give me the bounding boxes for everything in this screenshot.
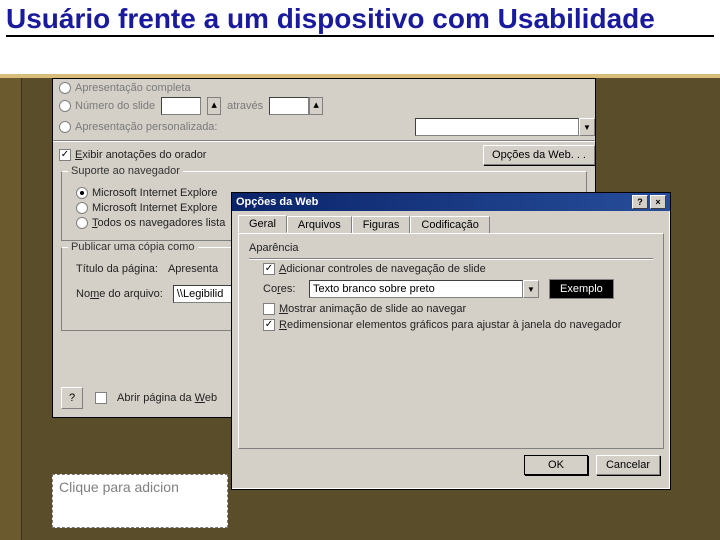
radio-browser-ie1[interactable]: [76, 187, 88, 199]
help-icon[interactable]: ?: [632, 195, 648, 209]
slide-to-input[interactable]: [269, 97, 309, 115]
tab-general[interactable]: Geral: [238, 215, 287, 233]
radio-complete-presentation[interactable]: [59, 82, 71, 94]
close-icon[interactable]: ×: [650, 195, 666, 209]
chevron-down-icon[interactable]: ▼: [579, 118, 595, 136]
slide-from-spinner[interactable]: ▴: [207, 97, 221, 115]
file-name-label: Nome do arquivo:: [76, 288, 163, 300]
tabstrip: Geral Arquivos Figuras Codificação: [232, 211, 670, 233]
slide-from-input[interactable]: [161, 97, 201, 115]
custom-presentation-combo[interactable]: [415, 118, 579, 136]
tab-figures[interactable]: Figuras: [352, 216, 411, 234]
slide-title: Usuário frente a um dispositivo com Usab…: [6, 4, 714, 33]
chevron-down-icon[interactable]: ▼: [523, 280, 539, 298]
section-appearance: Aparência: [249, 242, 653, 254]
radio-slide-number-label: Número do slide: [75, 100, 155, 112]
tab-files[interactable]: Arquivos: [287, 216, 352, 234]
chk-show-anim[interactable]: [263, 303, 275, 315]
colors-combo[interactable]: Texto branco sobre preto: [309, 280, 523, 298]
chk-show-anim-label: Mostrar animação de slide ao navegar: [279, 303, 466, 315]
radio-browser-ie2-label: Microsoft Internet Explore: [92, 202, 217, 214]
radio-slide-number[interactable]: [59, 100, 71, 112]
chk-open-in-browser-label: Abrir página da Web: [117, 392, 217, 404]
cancel-button[interactable]: Cancelar: [596, 455, 660, 475]
group-browser-legend: Suporte ao navegador: [68, 165, 183, 177]
title-underline: [6, 35, 714, 37]
web-options-title: Opções da Web: [236, 196, 318, 208]
tab-encoding[interactable]: Codificação: [410, 216, 489, 234]
chk-speaker-notes-label: Exibir anotações do orador: [75, 149, 206, 161]
chk-open-in-browser[interactable]: [95, 392, 107, 404]
chk-add-nav-controls[interactable]: [263, 263, 275, 275]
radio-browser-all-label: Todos os navegadores lista: [92, 217, 225, 229]
ok-button[interactable]: OK: [524, 455, 588, 475]
tab-general-body: Aparência Adicionar controles de navegaç…: [238, 233, 664, 449]
slide-sidebar: [0, 0, 22, 540]
group-publish-copy-legend: Publicar uma cópia como: [68, 241, 198, 253]
chk-resize-gfx[interactable]: [263, 319, 275, 331]
web-options-titlebar[interactable]: Opções da Web ? ×: [232, 193, 670, 211]
page-title-label: Título da página:: [76, 263, 158, 275]
through-label: através: [227, 100, 263, 112]
chk-resize-gfx-label: Redimensionar elementos gráficos para aj…: [279, 319, 621, 331]
radio-browser-ie1-label: Microsoft Internet Explore: [92, 187, 217, 199]
chk-add-nav-label: Adicionar controles de navegação de slid…: [279, 263, 486, 275]
web-options-dialog: Opções da Web ? × Geral Arquivos Figuras…: [231, 192, 671, 490]
radio-complete-label: Apresentação completa: [75, 82, 191, 94]
notes-placeholder[interactable]: Clique para adicion: [52, 474, 228, 528]
radio-browser-all[interactable]: [76, 217, 88, 229]
example-button[interactable]: Exemplo: [549, 279, 614, 299]
radio-custom-label: Apresentação personalizada:: [75, 121, 217, 133]
slide-title-bar: Usuário frente a um dispositivo com Usab…: [0, 0, 720, 78]
chk-speaker-notes[interactable]: [59, 149, 71, 161]
colors-label: Cores:: [263, 283, 309, 295]
radio-browser-ie2[interactable]: [76, 202, 88, 214]
page-title-value: Apresenta: [168, 263, 218, 275]
slide-to-spinner[interactable]: ▴: [309, 97, 323, 115]
help-button[interactable]: ?: [61, 387, 83, 409]
radio-custom-presentation[interactable]: [59, 121, 71, 133]
web-options-button[interactable]: Opções da Web. . .: [483, 145, 595, 165]
